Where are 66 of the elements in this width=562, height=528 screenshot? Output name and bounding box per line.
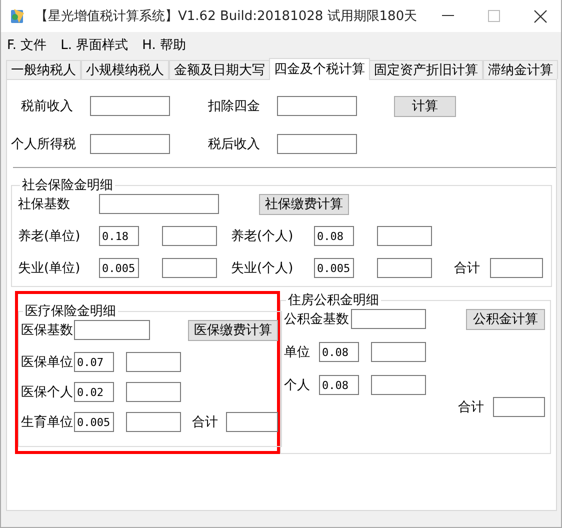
field-label: 社保基数 bbox=[18, 196, 71, 213]
field-label: 失业(个人) bbox=[231, 260, 294, 277]
rate-field[interactable]: 0.18 bbox=[99, 226, 139, 246]
tab[interactable]: 小规模纳税人 bbox=[81, 60, 169, 79]
calculate-button[interactable]: 社保缴费计算 bbox=[259, 194, 349, 214]
amount-field[interactable] bbox=[371, 342, 426, 362]
amount-field[interactable] bbox=[90, 96, 170, 116]
menu-item[interactable]: F. 文件 bbox=[7, 36, 47, 54]
rate-field[interactable]: 0.005 bbox=[314, 258, 354, 278]
group-title: 医疗保险金明细 bbox=[24, 303, 117, 320]
amount-field[interactable] bbox=[126, 412, 181, 432]
amount-field[interactable] bbox=[277, 134, 357, 154]
field-label: 税前收入 bbox=[20, 98, 73, 115]
amount-field[interactable] bbox=[377, 226, 432, 246]
calculate-button[interactable]: 计算 bbox=[394, 96, 456, 116]
rate-field[interactable]: 0.07 bbox=[74, 352, 114, 372]
field-label: 个人 bbox=[284, 377, 311, 394]
amount-field[interactable] bbox=[126, 352, 181, 372]
tab[interactable]: 金额及日期大写 bbox=[169, 60, 270, 79]
field-label: 单位 bbox=[284, 344, 311, 361]
amount-field[interactable] bbox=[371, 375, 426, 395]
field-label: 扣除四金 bbox=[207, 98, 260, 115]
amount-field[interactable] bbox=[162, 226, 217, 246]
window-title: 【星光增值税计算系统】V1.62 Build:20181028 试用期限180天 bbox=[35, 8, 418, 25]
field-label: 税后收入 bbox=[207, 136, 260, 153]
rate-field[interactable]: 0.02 bbox=[74, 382, 114, 402]
tab[interactable]: 四金及个税计算 bbox=[269, 58, 370, 80]
field-label: 失业(单位) bbox=[18, 260, 82, 277]
tab[interactable]: 一般纳税人 bbox=[6, 60, 81, 79]
total-label: 合计 bbox=[192, 414, 218, 431]
field-label: 公积金基数 bbox=[284, 311, 349, 328]
amount-field[interactable] bbox=[90, 134, 170, 154]
group-title: 住房公积金明细 bbox=[287, 292, 380, 309]
field-label: 生育单位 bbox=[21, 414, 74, 431]
total-field[interactable] bbox=[490, 258, 543, 278]
total-field[interactable] bbox=[493, 397, 545, 417]
base-field[interactable] bbox=[99, 194, 219, 214]
tab[interactable]: 滞纳金计算 bbox=[483, 60, 558, 79]
close-icon[interactable] bbox=[534, 10, 547, 22]
field-label: 医保基数 bbox=[21, 322, 74, 339]
calculate-button[interactable]: 医保缴费计算 bbox=[188, 320, 278, 340]
base-field[interactable] bbox=[351, 309, 426, 329]
amount-field[interactable] bbox=[162, 258, 217, 278]
field-label: 养老(单位) bbox=[18, 228, 82, 245]
total-field[interactable] bbox=[226, 412, 278, 432]
amount-field[interactable] bbox=[377, 258, 432, 278]
total-label: 合计 bbox=[458, 399, 484, 416]
calculate-button[interactable]: 公积金计算 bbox=[466, 308, 545, 330]
rate-field[interactable]: 0.08 bbox=[319, 342, 359, 362]
field-label: 医保单位 bbox=[21, 354, 74, 371]
group-title: 社会保险金明细 bbox=[21, 177, 114, 194]
rate-field[interactable]: 0.08 bbox=[319, 375, 359, 395]
menu-item[interactable]: L. 界面样式 bbox=[60, 36, 128, 54]
rate-field[interactable]: 0.08 bbox=[314, 226, 354, 246]
amount-field[interactable] bbox=[126, 382, 181, 402]
field-label: 养老(个人) bbox=[231, 228, 294, 245]
app-icon bbox=[9, 7, 27, 25]
rate-field[interactable]: 0.005 bbox=[99, 258, 139, 278]
base-field[interactable] bbox=[74, 320, 150, 340]
menu-item[interactable]: H. 帮助 bbox=[142, 36, 186, 54]
rate-field[interactable]: 0.005 bbox=[74, 412, 114, 432]
total-label: 合计 bbox=[454, 260, 480, 277]
tab[interactable]: 固定资产折旧计算 bbox=[369, 60, 483, 79]
field-label: 医保个人 bbox=[21, 384, 74, 401]
amount-field[interactable] bbox=[277, 96, 357, 116]
minimize-icon[interactable] bbox=[442, 15, 454, 17]
